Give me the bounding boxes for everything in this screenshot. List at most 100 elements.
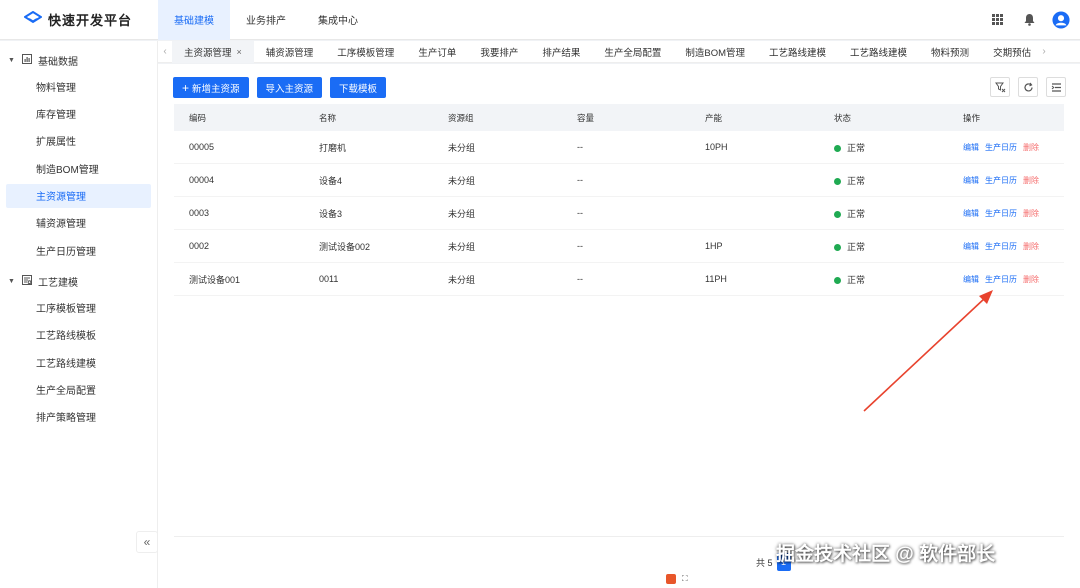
sidebar-item-route-template[interactable]: 工艺路线模板 <box>6 323 151 347</box>
sidebar-collapse-button[interactable]: « <box>136 531 158 553</box>
column-header[interactable]: 编码 <box>174 112 304 124</box>
tabs-scroll-left-icon[interactable]: ‹ <box>158 46 172 57</box>
calendar-link[interactable]: 生产日历 <box>985 142 1017 153</box>
import-main-resource-button[interactable]: 导入主资源 <box>256 77 323 98</box>
tab-process-template[interactable]: 工序模板管理 <box>325 41 406 63</box>
edit-link[interactable]: 编辑 <box>963 274 979 285</box>
cell-capacity: -- <box>577 175 583 185</box>
column-settings-icon[interactable] <box>1046 77 1066 97</box>
calendar-link[interactable]: 生产日历 <box>985 175 1017 186</box>
cell-name: 设备3 <box>319 208 343 219</box>
top-header: 快速开发平台 基础建模 业务排产 集成中心 <box>0 0 1080 40</box>
close-icon[interactable]: × <box>237 47 242 57</box>
sidebar-group-label: 工艺建模 <box>38 277 78 289</box>
topnav-basic-modeling[interactable]: 基础建模 <box>158 0 230 40</box>
sidebar-item-main-resource[interactable]: 主资源管理 <box>6 183 151 208</box>
top-nav: 基础建模 业务排产 集成中心 <box>158 0 374 40</box>
refresh-icon[interactable] <box>1018 77 1038 97</box>
tab-delivery-estimate[interactable]: 交期预估 <box>981 41 1037 63</box>
sidebar-group-process-modeling[interactable]: ▼ 工艺建模 <box>0 268 157 294</box>
cell-name: 0011 <box>319 274 339 284</box>
table-row[interactable]: 测试设备001 0011 未分组 -- 11PH 正常 编辑 生产日历 删除 <box>174 263 1064 296</box>
delete-link[interactable]: 删除 <box>1023 274 1039 285</box>
tab-route-modeling[interactable]: 工艺路线建模 <box>757 41 838 63</box>
bell-icon[interactable] <box>1020 11 1038 29</box>
edit-link[interactable]: 编辑 <box>963 241 979 252</box>
user-avatar-icon[interactable] <box>1052 10 1070 29</box>
bottom-icons: ⛶ <box>666 574 688 584</box>
tab-aux-resource[interactable]: 辅资源管理 <box>254 41 326 63</box>
topnav-business-scheduling[interactable]: 业务排产 <box>230 0 302 40</box>
table-row[interactable]: 0003 设备3 未分组 -- 正常 编辑 生产日历 删除 <box>174 197 1064 230</box>
resource-table: 编码 名称 资源组 容量 产能 状态 操作 00005 打磨机 未分组 -- 1… <box>174 104 1064 296</box>
cell-status: 正常 <box>819 207 948 220</box>
table-row[interactable]: 00005 打磨机 未分组 -- 10PH 正常 编辑 生产日历 删除 <box>174 131 1064 164</box>
expand-icon[interactable]: ⛶ <box>682 574 688 584</box>
delete-link[interactable]: 删除 <box>1023 208 1039 219</box>
cell-status: 正常 <box>819 240 948 253</box>
chart-icon <box>22 53 32 67</box>
tab-schedule-result[interactable]: 排产结果 <box>530 41 592 63</box>
status-text: 正常 <box>847 241 866 252</box>
sidebar-item-route-modeling[interactable]: 工艺路线建模 <box>6 350 151 374</box>
tabs-bar: ‹ 主资源管理 × 辅资源管理 工序模板管理 生产订单 我要排产 排产结果 生产… <box>158 40 1080 63</box>
tab-route-modeling-2[interactable]: 工艺路线建模 <box>838 41 919 63</box>
tab-bom[interactable]: 制造BOM管理 <box>673 41 757 63</box>
edit-link[interactable]: 编辑 <box>963 175 979 186</box>
delete-link[interactable]: 删除 <box>1023 175 1039 186</box>
add-main-resource-button[interactable]: + 新增主资源 <box>173 77 249 98</box>
table-row[interactable]: 00004 设备4 未分组 -- 正常 编辑 生产日历 删除 <box>174 164 1064 197</box>
sidebar-item-inventory[interactable]: 库存管理 <box>6 101 151 125</box>
cell-name: 打磨机 <box>319 142 347 153</box>
sidebar-item-aux-resource[interactable]: 辅资源管理 <box>6 211 151 235</box>
column-header[interactable]: 名称 <box>304 112 433 124</box>
tab-scheduling[interactable]: 我要排产 <box>468 41 530 63</box>
tab-production-order[interactable]: 生产订单 <box>406 41 468 63</box>
table-row[interactable]: 0002 测试设备002 未分组 -- 1HP 正常 编辑 生产日历 删除 <box>174 230 1064 263</box>
plus-icon: + <box>182 80 190 95</box>
calendar-link[interactable]: 生产日历 <box>985 274 1017 285</box>
tabs-scroll-right-icon[interactable]: › <box>1037 46 1051 57</box>
cell-code: 00004 <box>189 175 215 185</box>
cell-group: 未分组 <box>448 208 476 219</box>
topnav-integration-center[interactable]: 集成中心 <box>302 0 374 40</box>
cell-name: 测试设备002 <box>319 241 371 252</box>
column-header[interactable]: 容量 <box>562 112 690 124</box>
download-template-button[interactable]: 下载模板 <box>330 77 387 98</box>
sidebar-item-ext-attributes[interactable]: 扩展属性 <box>6 129 151 153</box>
column-header[interactable]: 资源组 <box>433 112 562 124</box>
logo[interactable]: 快速开发平台 <box>0 0 158 40</box>
cell-code: 00005 <box>189 142 215 152</box>
column-header: 操作 <box>963 112 981 123</box>
column-header[interactable]: 状态 <box>819 112 948 124</box>
grid-icon[interactable] <box>988 11 1006 29</box>
filter-clear-icon[interactable] <box>990 77 1010 97</box>
sidebar-group-basic-data[interactable]: ▼ 基础数据 <box>0 47 157 73</box>
sidebar-item-strategy[interactable]: 排产策略管理 <box>6 405 151 429</box>
delete-link[interactable]: 删除 <box>1023 142 1039 153</box>
cell-output: 1HP <box>705 241 723 251</box>
calendar-link[interactable]: 生产日历 <box>985 208 1017 219</box>
cell-name: 设备4 <box>319 175 343 186</box>
sidebar-item-bom[interactable]: 制造BOM管理 <box>6 156 151 180</box>
status-dot-icon <box>834 210 841 218</box>
column-header[interactable]: 产能 <box>690 112 819 124</box>
edit-link[interactable]: 编辑 <box>963 142 979 153</box>
cell-ops: 编辑 生产日历 删除 <box>948 241 1064 252</box>
calendar-link[interactable]: 生产日历 <box>985 241 1017 252</box>
table-header: 编码 名称 资源组 容量 产能 状态 操作 <box>174 104 1064 131</box>
sidebar-item-process-template[interactable]: 工序模板管理 <box>6 295 151 319</box>
status-dot-icon <box>834 144 841 152</box>
tab-material-forecast[interactable]: 物料预测 <box>919 41 981 63</box>
delete-link[interactable]: 删除 <box>1023 241 1039 252</box>
app-title: 快速开发平台 <box>48 13 133 28</box>
tab-global-config[interactable]: 生产全局配置 <box>592 41 673 63</box>
sidebar-item-global-config[interactable]: 生产全局配置 <box>6 378 151 402</box>
edit-link[interactable]: 编辑 <box>963 208 979 219</box>
app-badge-icon <box>666 574 676 584</box>
caret-down-icon: ▼ <box>8 56 15 64</box>
sidebar-item-calendar[interactable]: 生产日历管理 <box>6 238 151 262</box>
tab-label: 主资源管理 <box>184 47 232 59</box>
tab-main-resource[interactable]: 主资源管理 × <box>172 40 254 63</box>
sidebar-item-material[interactable]: 物料管理 <box>6 74 151 98</box>
